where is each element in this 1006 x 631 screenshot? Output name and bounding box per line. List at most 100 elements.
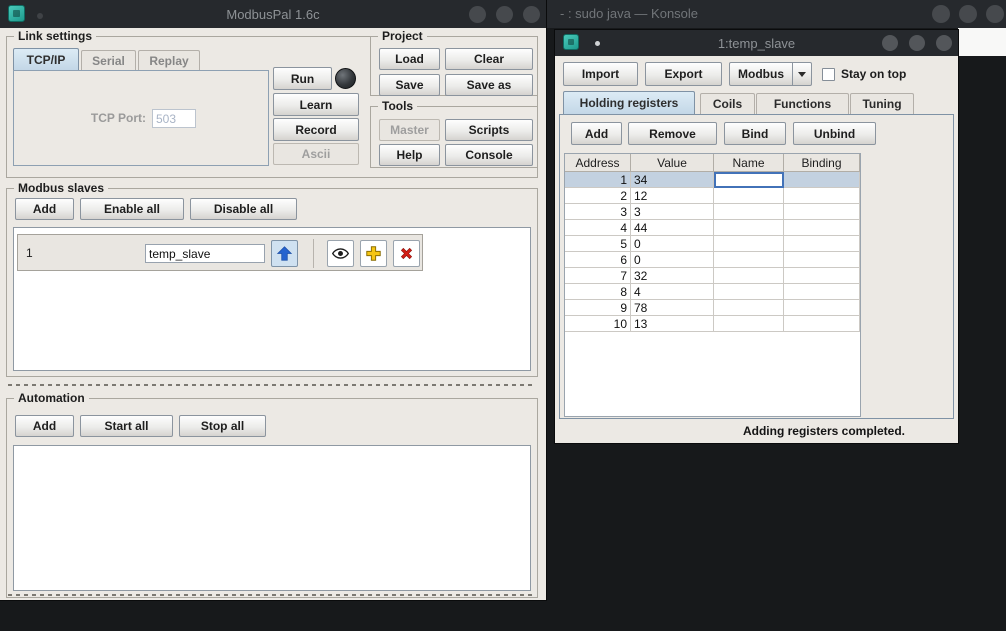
cell-address[interactable]: 3 xyxy=(565,204,631,220)
konsole-titlebar[interactable]: - : sudo java — Konsole xyxy=(546,0,1006,28)
window-button-maximize[interactable] xyxy=(909,35,925,51)
export-button[interactable]: Export xyxy=(645,62,722,86)
add-register-button[interactable]: Add xyxy=(571,122,622,145)
cell-address[interactable]: 10 xyxy=(565,316,631,332)
add-automation-button[interactable]: Add xyxy=(15,415,74,437)
titlebar-dot xyxy=(595,41,600,46)
enable-all-button[interactable]: Enable all xyxy=(80,198,184,220)
tab-serial[interactable]: Serial xyxy=(81,50,136,70)
cell-name[interactable] xyxy=(714,268,784,284)
konsole-title: - : sudo java — Konsole xyxy=(560,6,698,21)
cell-name[interactable] xyxy=(714,172,784,188)
cell-binding[interactable] xyxy=(784,316,860,332)
help-button[interactable]: Help xyxy=(379,144,440,166)
start-all-button[interactable]: Start all xyxy=(80,415,173,437)
cell-address[interactable]: 7 xyxy=(565,268,631,284)
cell-binding[interactable] xyxy=(784,220,860,236)
stay-on-top-checkbox[interactable] xyxy=(822,68,835,81)
tab-holding-registers[interactable]: Holding registers xyxy=(563,91,695,114)
tab-tuning[interactable]: Tuning xyxy=(850,93,914,114)
slave-name-field[interactable] xyxy=(145,244,265,263)
header-cell-value[interactable]: Value xyxy=(631,154,714,172)
slave-enable-toggle[interactable] xyxy=(271,240,298,267)
save-as-button[interactable]: Save as xyxy=(445,74,533,96)
slave-row-separator xyxy=(313,239,314,268)
slave-delete-button[interactable] xyxy=(393,240,420,267)
console-button[interactable]: Console xyxy=(445,144,533,166)
cell-name[interactable] xyxy=(714,236,784,252)
tab-tcpip[interactable]: TCP/IP xyxy=(13,48,79,70)
cell-value[interactable]: 34 xyxy=(631,172,714,188)
window-button-minimize[interactable] xyxy=(469,6,486,23)
cell-binding[interactable] xyxy=(784,252,860,268)
cell-value[interactable]: 32 xyxy=(631,268,714,284)
import-button[interactable]: Import xyxy=(563,62,638,86)
window-button-close[interactable] xyxy=(986,5,1004,23)
stop-all-button[interactable]: Stop all xyxy=(179,415,266,437)
learn-button[interactable]: Learn xyxy=(273,93,359,116)
run-button[interactable]: Run xyxy=(273,67,332,90)
cell-name[interactable] xyxy=(714,204,784,220)
add-slave-button[interactable]: Add xyxy=(15,198,74,220)
cell-name[interactable] xyxy=(714,252,784,268)
split-pane-divider[interactable] xyxy=(8,384,536,386)
header-cell-name[interactable]: Name xyxy=(714,154,784,172)
cell-address[interactable]: 6 xyxy=(565,252,631,268)
load-button[interactable]: Load xyxy=(379,48,440,70)
window-button-close[interactable] xyxy=(936,35,952,51)
cell-address[interactable]: 8 xyxy=(565,284,631,300)
cell-value[interactable]: 0 xyxy=(631,252,714,268)
clear-button[interactable]: Clear xyxy=(445,48,533,70)
scripts-button[interactable]: Scripts xyxy=(445,119,533,141)
disable-all-button[interactable]: Disable all xyxy=(190,198,297,220)
bind-button[interactable]: Bind xyxy=(724,122,786,145)
cell-value[interactable]: 44 xyxy=(631,220,714,236)
window-button-close[interactable] xyxy=(523,6,540,23)
cell-value[interactable]: 12 xyxy=(631,188,714,204)
remove-register-button[interactable]: Remove xyxy=(628,122,717,145)
window-button-minimize[interactable] xyxy=(882,35,898,51)
cell-address[interactable]: 9 xyxy=(565,300,631,316)
cell-name[interactable] xyxy=(714,284,784,300)
combo-dropdown-button[interactable] xyxy=(792,63,811,85)
cell-binding[interactable] xyxy=(784,268,860,284)
cell-value[interactable]: 3 xyxy=(631,204,714,220)
cell-address[interactable]: 4 xyxy=(565,220,631,236)
window-bottom-dashes xyxy=(8,594,536,596)
cell-name[interactable] xyxy=(714,220,784,236)
tab-replay[interactable]: Replay xyxy=(138,50,200,70)
window-button-maximize[interactable] xyxy=(496,6,513,23)
cell-value[interactable]: 0 xyxy=(631,236,714,252)
unbind-button[interactable]: Unbind xyxy=(793,122,876,145)
cell-name[interactable] xyxy=(714,188,784,204)
cell-binding[interactable] xyxy=(784,188,860,204)
save-button[interactable]: Save xyxy=(379,74,440,96)
modbus-mode-select[interactable]: Modbus xyxy=(729,62,812,86)
cell-value[interactable]: 13 xyxy=(631,316,714,332)
cell-name[interactable] xyxy=(714,300,784,316)
cell-value[interactable]: 78 xyxy=(631,300,714,316)
cell-address[interactable]: 1 xyxy=(565,172,631,188)
cell-binding[interactable] xyxy=(784,204,860,220)
modbuspal-titlebar[interactable]: ModbusPal 1.6c xyxy=(0,0,546,28)
cell-name[interactable] xyxy=(714,316,784,332)
header-cell-binding[interactable]: Binding xyxy=(784,154,860,172)
header-cell-address[interactable]: Address xyxy=(565,154,631,172)
modbuspal-app-icon xyxy=(8,5,25,22)
tab-functions[interactable]: Functions xyxy=(756,93,849,114)
cell-value[interactable]: 4 xyxy=(631,284,714,300)
record-button[interactable]: Record xyxy=(273,118,359,141)
cell-binding[interactable] xyxy=(784,300,860,316)
cell-address[interactable]: 5 xyxy=(565,236,631,252)
tab-coils[interactable]: Coils xyxy=(700,93,755,114)
cell-binding[interactable] xyxy=(784,172,860,188)
slave-dialog-titlebar[interactable]: 1:temp_slave xyxy=(555,30,958,56)
slave-show-panel-button[interactable] xyxy=(327,240,354,267)
cell-binding[interactable] xyxy=(784,236,860,252)
cell-address[interactable]: 2 xyxy=(565,188,631,204)
cell-binding[interactable] xyxy=(784,284,860,300)
slave-add-automation-button[interactable] xyxy=(360,240,387,267)
tcp-port-label: TCP Port: xyxy=(50,109,146,128)
window-button-maximize[interactable] xyxy=(959,5,977,23)
window-button-minimize[interactable] xyxy=(932,5,950,23)
